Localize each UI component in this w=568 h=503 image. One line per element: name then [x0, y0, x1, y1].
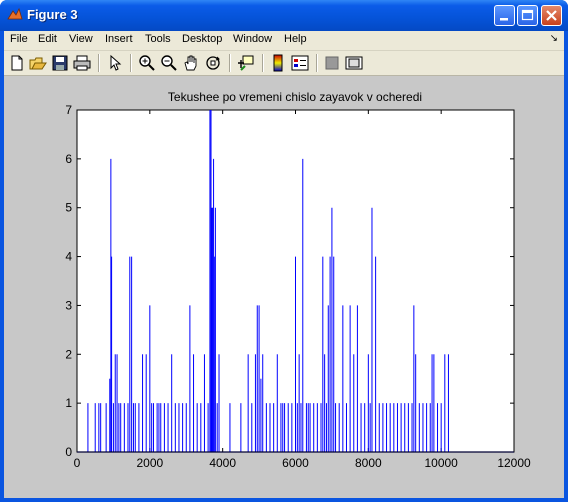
legend-icon[interactable]: [291, 54, 309, 72]
x-tick-label: 2000: [136, 456, 163, 470]
menu-view[interactable]: View: [69, 33, 93, 45]
menu-edit[interactable]: Edit: [38, 33, 57, 45]
toolbar-separator: [130, 54, 132, 72]
toolbar-separator: [262, 54, 264, 72]
pan-hand-icon[interactable]: [182, 54, 200, 72]
y-tick-label: 3: [65, 298, 72, 312]
figure-toolbar: [4, 51, 564, 76]
maximize-icon: [521, 9, 534, 21]
figure-canvas: Tekushee po vremeni chislo zayavok v och…: [4, 76, 564, 498]
menu-window[interactable]: Window: [233, 33, 272, 45]
open-file-icon[interactable]: [29, 54, 47, 72]
plot-svg[interactable]: Tekushee po vremeni chislo zayavok v och…: [4, 76, 564, 498]
x-tick-label: 6000: [282, 456, 309, 470]
figure-window: Figure 3 File Edit View Insert Tools Des…: [0, 0, 568, 502]
y-tick-label: 0: [65, 445, 72, 459]
y-tick-label: 2: [65, 347, 72, 361]
y-tick-label: 1: [65, 396, 72, 410]
print-icon[interactable]: [73, 54, 91, 72]
close-icon: [546, 10, 557, 21]
menu-desktop[interactable]: Desktop: [182, 33, 222, 45]
title-bar[interactable]: Figure 3: [0, 0, 568, 31]
x-tick-label: 8000: [355, 456, 382, 470]
y-tick-label: 6: [65, 152, 72, 166]
figure-client-area: File Edit View Insert Tools Desktop Wind…: [4, 31, 564, 498]
menu-overflow-icon[interactable]: ↘: [550, 33, 558, 44]
minimize-icon: [500, 18, 508, 21]
maximize-button[interactable]: [517, 5, 538, 26]
colorbar-icon[interactable]: [269, 54, 287, 72]
x-tick-label: 12000: [497, 456, 531, 470]
chart-title: Tekushee po vremeni chislo zayavok v och…: [168, 90, 422, 104]
x-tick-label: 10000: [424, 456, 458, 470]
zoom-in-icon[interactable]: [138, 54, 156, 72]
menu-bar: File Edit View Insert Tools Desktop Wind…: [4, 31, 564, 51]
window-title: Figure 3: [27, 7, 78, 22]
close-button[interactable]: [541, 5, 562, 26]
zoom-out-icon[interactable]: [160, 54, 178, 72]
toolbar-separator: [229, 54, 231, 72]
y-tick-label: 7: [65, 103, 72, 117]
menu-tools[interactable]: Tools: [145, 33, 171, 45]
rotate-3d-icon[interactable]: [204, 54, 222, 72]
y-tick-label: 5: [65, 201, 72, 215]
toolbar-separator: [98, 54, 100, 72]
menu-help[interactable]: Help: [284, 33, 307, 45]
matlab-icon: [7, 7, 23, 20]
data-cursor-icon[interactable]: [237, 54, 255, 72]
toolbar-separator: [316, 54, 318, 72]
new-figure-icon[interactable]: [8, 54, 26, 72]
menu-file[interactable]: File: [10, 33, 28, 45]
hide-plot-tools-icon[interactable]: [323, 54, 341, 72]
save-icon[interactable]: [51, 54, 69, 72]
x-tick-label: 4000: [209, 456, 236, 470]
pointer-icon[interactable]: [106, 54, 124, 72]
minimize-button[interactable]: [494, 5, 515, 26]
show-plot-tools-icon[interactable]: [345, 54, 363, 72]
menu-insert[interactable]: Insert: [105, 33, 133, 45]
y-tick-label: 4: [65, 250, 72, 264]
x-tick-label: 0: [74, 456, 81, 470]
